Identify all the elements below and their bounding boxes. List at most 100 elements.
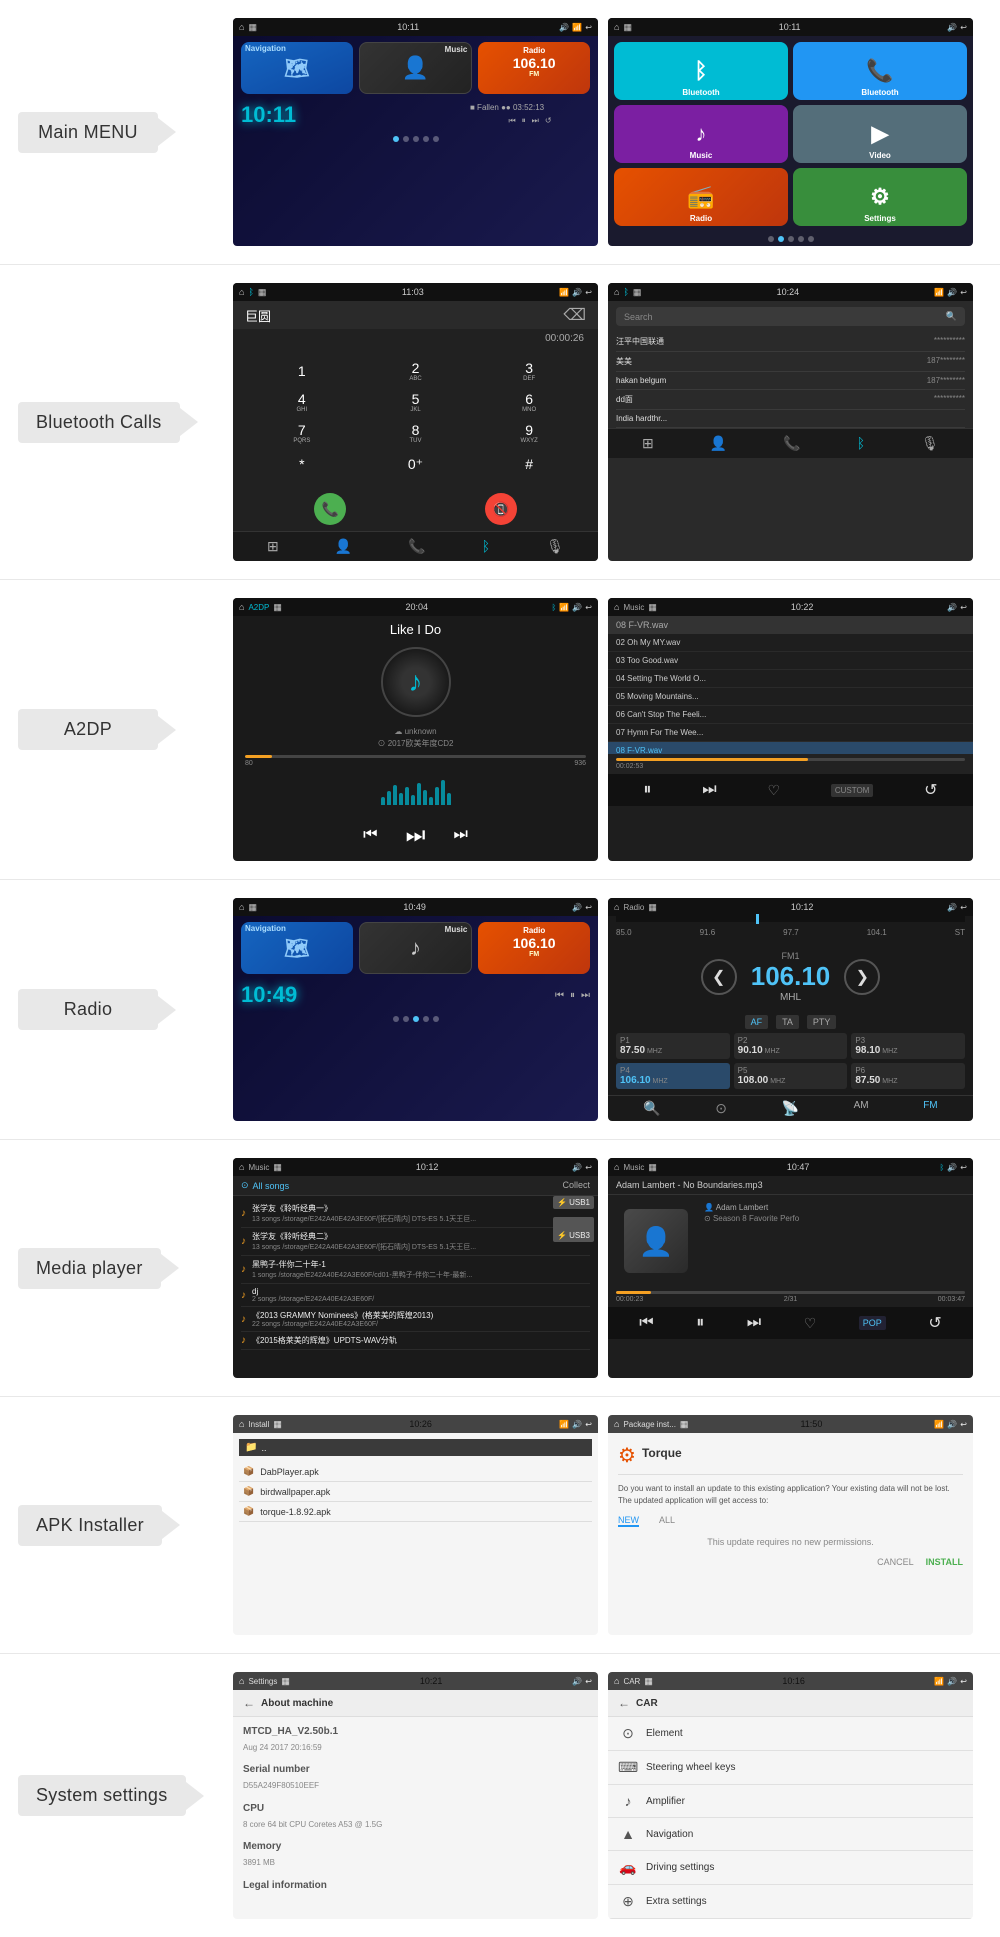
flag-ta[interactable]: TA — [776, 1015, 799, 1029]
key-2[interactable]: 2ABC — [397, 357, 433, 385]
mpc-heart-icon[interactable]: ♡ — [767, 782, 780, 799]
preset-2[interactable]: P2 90.10 MHZ — [734, 1033, 848, 1059]
car-item-element[interactable]: ⊙ Element — [608, 1717, 973, 1751]
nav-call-icon[interactable]: 📞 — [408, 538, 425, 555]
nav-contact-icon[interactable]: 👤 — [335, 538, 352, 555]
car-item-navigation[interactable]: ▲ Navigation — [608, 1818, 973, 1851]
file-item-4[interactable]: ♪ dj 2 songs /storage/E242A40E42A3E60F/ — [241, 1284, 590, 1307]
freq-fwd-btn[interactable]: ❯ — [844, 959, 880, 995]
file-item-3[interactable]: ♪ 黑鸭子-伴你二十年-1 1 songs /storage/E242A40E4… — [241, 1256, 590, 1284]
radio-fm-label[interactable]: FM — [923, 1100, 937, 1117]
apk-file-3[interactable]: 📦 torque-1.8.92.apk — [239, 1502, 592, 1522]
contact-item-2[interactable]: 美美 187******** — [616, 352, 965, 372]
nav-grid-icon[interactable]: ⊞ — [267, 538, 279, 555]
call-end-btn[interactable]: 📵 — [485, 493, 517, 525]
tile-music2[interactable]: ♪ Music — [614, 105, 788, 163]
a2dp-prev-btn[interactable]: ⏮ — [363, 826, 377, 844]
playlist-item-7[interactable]: 08 F-VR.wav — [608, 742, 973, 754]
pkg-tab-all[interactable]: ALL — [659, 1515, 675, 1527]
all-songs-label[interactable]: ⊙ All songs — [241, 1180, 289, 1191]
prev-icon-mm1[interactable]: ⏮ — [508, 116, 515, 126]
playlist-item-5[interactable]: 06 Can't Stop The Feeli... — [608, 706, 973, 724]
car-item-driving[interactable]: 🚗 Driving settings — [608, 1851, 973, 1885]
pkg-cancel-btn[interactable]: CANCEL — [877, 1557, 914, 1567]
playlist-item-6[interactable]: 07 Hymn For The Wee... — [608, 724, 973, 742]
mpc-next[interactable]: ⏭ — [702, 781, 716, 799]
mpc-repeat[interactable]: ↺ — [924, 780, 937, 800]
flag-pty[interactable]: PTY — [807, 1015, 837, 1029]
preset-1[interactable]: P1 87.50 MHZ — [616, 1033, 730, 1059]
radio-ant-icon[interactable]: 📡 — [782, 1100, 799, 1117]
key-5[interactable]: 5JKL — [397, 388, 433, 416]
media2-pause[interactable]: ⏸ — [696, 1314, 704, 1332]
key-7[interactable]: 7PQRS — [284, 419, 320, 447]
tile-radio[interactable]: Radio 106.10 FM — [478, 42, 590, 94]
playlist-item-3[interactable]: 04 Setting The World O... — [608, 670, 973, 688]
media2-repeat[interactable]: ↺ — [928, 1313, 941, 1333]
contact-item-1[interactable]: 汪平中国联通 ********** — [616, 332, 965, 352]
preset-3[interactable]: P3 98.10 MHZ — [851, 1033, 965, 1059]
key-0[interactable]: 0⁺ — [397, 450, 433, 478]
tile-radio2[interactable]: 📻 Radio — [614, 168, 788, 226]
contact-item-5[interactable]: India hardthr... — [616, 410, 965, 428]
mpc-pause[interactable]: ⏸ — [643, 781, 651, 799]
contact-item-3[interactable]: hakan belgum 187******** — [616, 372, 965, 390]
nav-call-bt2[interactable]: 📞 — [783, 435, 800, 452]
radio-search-icon[interactable]: 🔍 — [643, 1100, 660, 1117]
key-9[interactable]: 9WXYZ — [511, 419, 547, 447]
a2dp-play-btn[interactable]: ⏭ — [398, 817, 434, 853]
back-arrow-sys1[interactable]: ← — [243, 1696, 255, 1710]
contact-item-4[interactable]: dd面 ********** — [616, 390, 965, 410]
next-icon-mm1[interactable]: ⏭ — [532, 116, 539, 126]
key-3[interactable]: 3DEF — [511, 357, 547, 385]
file-item-6[interactable]: ♪ 《2015格莱美的辉煌》UPDTS-WAV分轨 — [241, 1332, 590, 1350]
car-item-extra[interactable]: ⊕ Extra settings — [608, 1885, 973, 1919]
tile-navigation[interactable]: Navigation 🗺 — [241, 42, 353, 94]
preset-4[interactable]: P4 106.10 MHZ — [616, 1063, 730, 1089]
file-item-5[interactable]: ♪ 《2013 GRAMMY Nominees》(格莱美的辉煌2013) 22 … — [241, 1307, 590, 1332]
car-item-amplifier[interactable]: ♪ Amplifier — [608, 1785, 973, 1818]
playlist-item-2[interactable]: 03 Too Good.wav — [608, 652, 973, 670]
key-hash[interactable]: # — [511, 450, 547, 478]
search-bar-bt[interactable]: Search 🔍 — [616, 307, 965, 326]
call-accept-btn[interactable]: 📞 — [314, 493, 346, 525]
r1-tile-nav[interactable]: Navigation 🗺 — [241, 922, 353, 974]
preset-5[interactable]: P5 108.00 MHZ — [734, 1063, 848, 1089]
nav-bt-icon[interactable]: ᛒ — [482, 538, 490, 555]
apk-file-1[interactable]: 📦 DabPlayer.apk — [239, 1462, 592, 1482]
key-8[interactable]: 8TUV — [397, 419, 433, 447]
radio-eq-icon[interactable]: ⊙ — [715, 1100, 727, 1117]
flag-af[interactable]: AF — [745, 1015, 769, 1029]
r1-tile-radio[interactable]: Radio 106.10 FM — [478, 922, 590, 974]
tile-bluetooth2[interactable]: 📞 Bluetooth — [793, 42, 967, 100]
tile-bluetooth[interactable]: ᛒ Bluetooth — [614, 42, 788, 100]
r1-next[interactable]: ⏭ — [581, 990, 590, 1001]
car-item-steering[interactable]: ⌨ Steering wheel keys — [608, 1751, 973, 1785]
nav-bt-bt2[interactable]: ᛒ — [857, 435, 865, 452]
shuffle-icon-mm1[interactable]: ↺ — [545, 116, 552, 126]
apk-file-2[interactable]: 📦 birdwallpaper.apk — [239, 1482, 592, 1502]
back-arrow-car[interactable]: ← — [618, 1696, 630, 1710]
playlist-item-4[interactable]: 05 Moving Mountains... — [608, 688, 973, 706]
r1-tile-music[interactable]: Music ♪ — [359, 922, 473, 974]
nav-mic-icon[interactable]: 🎙 — [546, 538, 564, 555]
a2dp-next-btn[interactable]: ⏭ — [454, 826, 468, 844]
playlist-item-1[interactable]: 02 Oh My MY.wav — [608, 634, 973, 652]
freq-back-btn[interactable]: ❮ — [701, 959, 737, 995]
bt-backspace-icon[interactable]: ⌫ — [563, 305, 586, 325]
file-item-1[interactable]: ♪ 张学友《聆听经典一》 13 songs /storage/E242A40E4… — [241, 1200, 590, 1228]
media2-heart[interactable]: ♡ — [804, 1315, 817, 1332]
radio-am-label[interactable]: AM — [854, 1100, 869, 1117]
tile-settings[interactable]: ⚙ Settings — [793, 168, 967, 226]
collect-btn[interactable]: Collect — [562, 1180, 590, 1191]
nav-contact-bt2[interactable]: 👤 — [710, 435, 727, 452]
tile-video[interactable]: ▶ Video — [793, 105, 967, 163]
preset-6[interactable]: P6 87.50 MHZ — [851, 1063, 965, 1089]
media2-next[interactable]: ⏭ — [747, 1314, 761, 1332]
play-icon-mm1[interactable]: ⏸ — [522, 116, 526, 126]
key-6[interactable]: 6MNO — [511, 388, 547, 416]
key-4[interactable]: 4GHI — [284, 388, 320, 416]
pkg-tab-new[interactable]: NEW — [618, 1515, 639, 1527]
file-item-2[interactable]: ♪ 张学友《聆听经典二》 13 songs /storage/E242A40E4… — [241, 1228, 590, 1256]
r1-play[interactable]: ⏸ — [570, 990, 575, 1001]
